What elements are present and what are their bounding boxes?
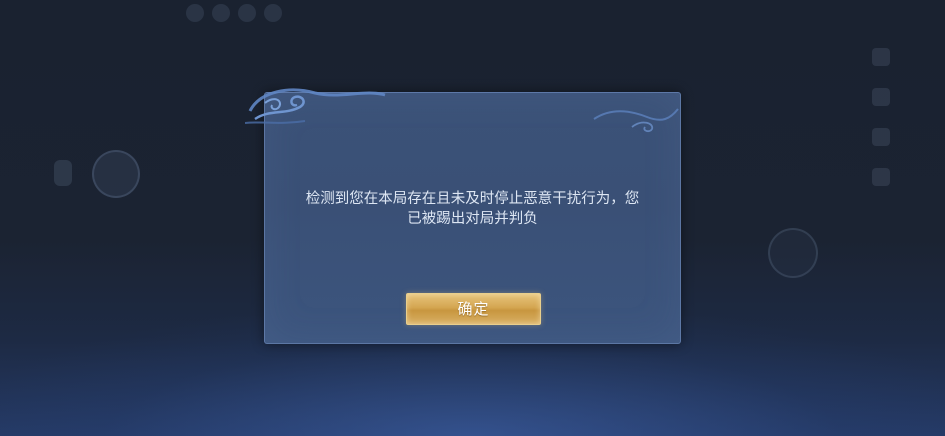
background-top-icons: [186, 4, 282, 22]
game-screen: 检测到您在本局存在且未及时停止恶意干扰行为，您 已被踢出对局并判负 确定: [0, 0, 945, 436]
kicked-dialog: 检测到您在本局存在且未及时停止恶意干扰行为，您 已被踢出对局并判负 确定: [245, 88, 681, 344]
confirm-button[interactable]: 确定: [406, 293, 541, 325]
background-icon: [186, 4, 204, 22]
background-right-icons: [872, 48, 894, 208]
cloud-ornament-icon: [593, 108, 679, 133]
background-icon: [872, 128, 890, 146]
background-icon: [872, 168, 890, 186]
background-hero-portrait: [92, 150, 140, 198]
background-left-icon: [54, 160, 72, 186]
background-icon: [212, 4, 230, 22]
background-icon: [238, 4, 256, 22]
background-icon: [872, 88, 890, 106]
cloud-ornament-icon: [245, 88, 386, 124]
background-icon: [264, 4, 282, 22]
background-skill-circle: [768, 228, 818, 278]
dialog-message-line: 检测到您在本局存在且未及时停止恶意干扰行为，您: [305, 191, 640, 207]
dialog-message: 检测到您在本局存在且未及时停止恶意干扰行为，您 已被踢出对局并判负: [265, 189, 680, 229]
dialog-message-line: 已被踢出对局并判负: [407, 211, 538, 227]
background-icon: [872, 48, 890, 66]
